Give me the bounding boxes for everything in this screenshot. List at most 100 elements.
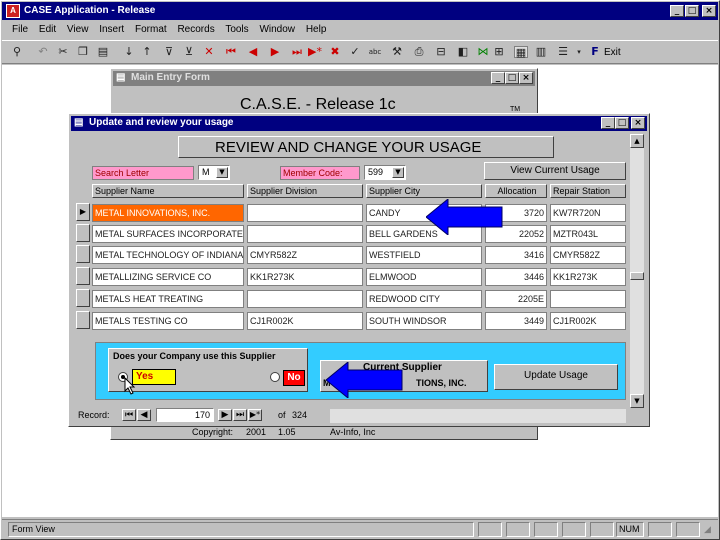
close-icon[interactable]: × [702,5,716,17]
table-cell-repair[interactable] [550,290,626,308]
new-record-icon[interactable]: ▶* [308,46,322,58]
scroll-down-icon[interactable]: ▼ [630,394,644,408]
table-cell-allocation[interactable]: 3446 [485,268,547,286]
table-cell-city[interactable]: SOUTH WINDSOR [366,312,482,330]
table-cell-repair[interactable]: CMYR582Z [550,246,626,264]
menu-file[interactable]: File [12,24,28,35]
spell-icon[interactable]: ✓ [348,46,362,58]
maximize-icon[interactable]: □ [685,5,699,17]
menu-edit[interactable]: Edit [39,24,56,35]
record-number-input[interactable]: 170 [156,408,214,422]
yes-label[interactable]: Yes [132,369,176,385]
save-icon[interactable]: ◧ [456,46,470,58]
record-selector[interactable] [76,224,90,242]
scroll-up-icon[interactable]: ▲ [630,134,644,148]
print-icon[interactable]: ⎙ [412,46,426,58]
filter-by-form-icon[interactable]: ⊻ [182,46,196,58]
horizontal-scrollbar[interactable] [330,409,626,423]
table-cell-division[interactable] [247,290,363,308]
record-selector-current-icon[interactable]: ▶ [76,203,90,221]
last-record-icon[interactable]: ⏭ [290,46,304,58]
font-icon[interactable]: F [588,46,602,58]
filter-icon[interactable]: ⊽ [162,46,176,58]
radio-no-icon[interactable] [270,372,280,382]
no-label[interactable]: No [283,370,305,386]
record-selector[interactable] [76,267,90,285]
search-letter-select[interactable]: M ▼ [198,165,230,180]
menu-records[interactable]: Records [177,24,214,35]
menu-format[interactable]: Format [135,24,167,35]
usage-form-titlebar[interactable]: ▤ Update and review your usage _ □ × [71,116,647,131]
paste-icon[interactable]: ▤ [96,46,110,58]
table-cell-city[interactable]: ELMWOOD [366,268,482,286]
table-cell-name[interactable]: METAL SURFACES INCORPORATE [92,225,244,243]
table-cell-name[interactable]: METAL TECHNOLOGY OF INDIANA [92,246,244,264]
main-form-titlebar[interactable]: ▤ Main Entry Form _ □ × [113,71,535,86]
nav-prev-icon[interactable]: ◀ [137,409,151,421]
table-cell-allocation[interactable]: 2205E [485,290,547,308]
member-code-chevron-icon[interactable]: ▼ [392,167,404,178]
table-cell-repair[interactable]: KK1R273K [550,268,626,286]
prev-record-icon[interactable]: ◀ [246,46,260,58]
table-cell-repair[interactable]: CJ1R002K [550,312,626,330]
sort-desc-icon[interactable]: ↑ [140,46,154,58]
table-cell-name[interactable]: METALS HEAT TREATING [92,290,244,308]
menu-tools[interactable]: Tools [225,24,248,35]
nav-next-icon[interactable]: ▶ [218,409,232,421]
menu-window[interactable]: Window [259,24,295,35]
preview-icon[interactable]: ⊟ [434,46,448,58]
nav-first-icon[interactable]: ⏮ [122,409,136,421]
table-cell-name[interactable]: METAL INNOVATIONS, INC. [92,204,244,222]
resize-grip-icon[interactable]: ◢ [704,524,711,535]
cut-icon[interactable]: ✂ [56,46,70,58]
table-cell-repair[interactable]: KW7R720N [550,204,626,222]
scroll-thumb[interactable] [630,272,644,280]
abc-icon[interactable]: abc [368,46,382,58]
record-selector[interactable] [76,311,90,329]
chevron-down-icon[interactable]: ▼ [216,167,228,178]
first-record-icon[interactable]: ⏮ [224,46,238,58]
main-form-close-icon[interactable]: × [519,72,533,84]
table-cell-division[interactable]: CJ1R002K [247,312,363,330]
table-cell-division[interactable]: KK1R273K [247,268,363,286]
menu-insert[interactable]: Insert [99,24,124,35]
menu-view[interactable]: View [67,24,89,35]
usage-form-minimize-icon[interactable]: _ [601,117,615,129]
app-titlebar[interactable]: A CASE Application - Release _ □ × [2,2,718,20]
table-cell-city[interactable]: REDWOOD CITY [366,290,482,308]
table-cell-allocation[interactable]: 3416 [485,246,547,264]
binoculars-icon[interactable]: ⚲ [10,46,24,58]
view-current-usage-button[interactable]: View Current Usage [484,162,626,180]
usage-form-maximize-icon[interactable]: □ [615,117,629,129]
chart-icon[interactable]: ⋈ [476,46,490,58]
record-selector[interactable] [76,289,90,307]
main-form-maximize-icon[interactable]: □ [505,72,519,84]
delete-record-icon[interactable]: ✖ [328,46,342,58]
undo-icon[interactable]: ↶ [36,46,50,58]
query-icon[interactable]: ⊞ [492,46,506,58]
copy-icon[interactable]: ❐ [76,46,90,58]
next-record-icon[interactable]: ▶ [268,46,282,58]
usage-form-close-icon[interactable]: × [631,117,645,129]
exit-button[interactable]: Exit [604,47,621,58]
table-cell-repair[interactable]: MZTR043L [550,225,626,243]
table-cell-division[interactable] [247,204,363,222]
remove-filter-icon[interactable]: ✕ [202,46,216,58]
menu-help[interactable]: Help [306,24,327,35]
grid-icon[interactable]: ☰ [556,46,570,58]
table-cell-division[interactable]: CMYR582Z [247,246,363,264]
nav-new-icon[interactable]: ▶* [248,409,262,421]
table-cell-allocation[interactable]: 3449 [485,312,547,330]
datasheet-icon[interactable]: ▥ [534,46,548,58]
update-usage-button[interactable]: Update Usage [494,364,618,390]
table-cell-city[interactable]: WESTFIELD [366,246,482,264]
tools-icon[interactable]: ⚒ [390,46,404,58]
table-cell-division[interactable] [247,225,363,243]
form-view-icon[interactable]: ▦ [514,46,528,59]
dropdown-icon[interactable]: ▾ [572,46,586,58]
record-selector[interactable] [76,245,90,263]
table-cell-name[interactable]: METALS TESTING CO [92,312,244,330]
main-form-minimize-icon[interactable]: _ [491,72,505,84]
vertical-scrollbar[interactable]: ▲ ▼ [630,134,644,408]
table-cell-name[interactable]: METALLIZING SERVICE CO [92,268,244,286]
